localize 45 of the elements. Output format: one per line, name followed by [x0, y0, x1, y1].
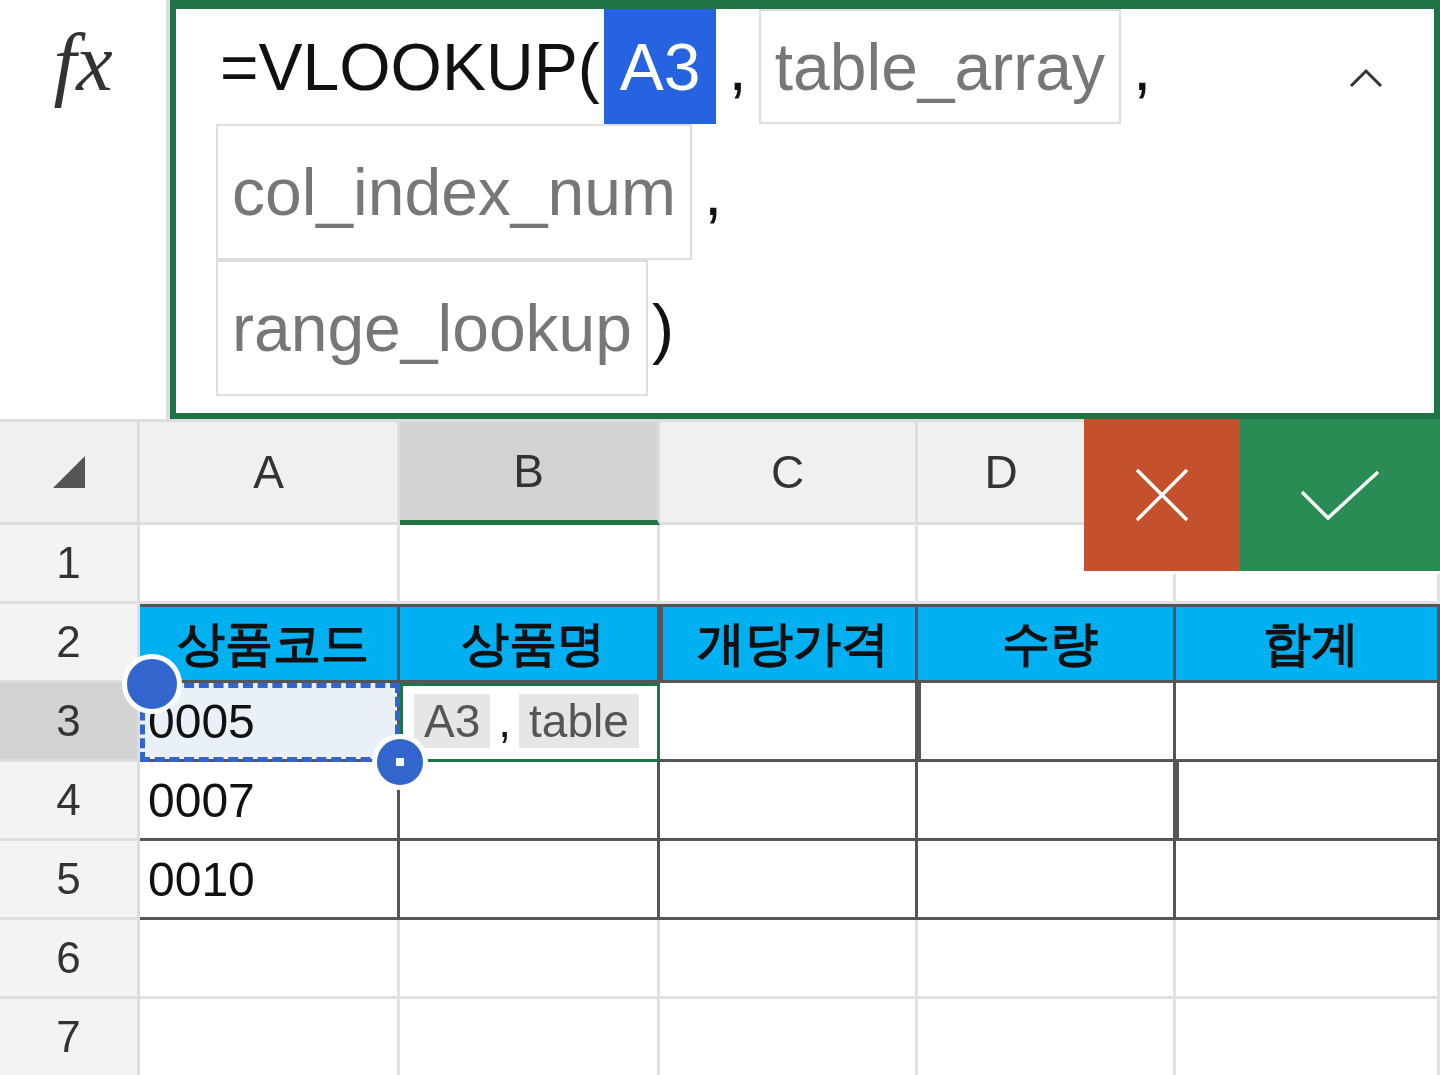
table-cell[interactable] — [660, 683, 918, 762]
column-header[interactable]: C — [660, 422, 918, 525]
active-cell[interactable]: A3 , table — [400, 683, 660, 762]
column-title[interactable]: 수량 — [918, 604, 1176, 683]
table-cell[interactable] — [1176, 683, 1440, 762]
table-cell[interactable] — [660, 841, 918, 920]
argument-separator: , — [498, 694, 512, 748]
table-cell[interactable] — [660, 762, 918, 841]
formula-text: ) — [651, 290, 675, 367]
row-header[interactable]: 6 — [0, 920, 140, 999]
table-cell[interactable] — [400, 841, 660, 920]
argument-placeholder: table — [519, 694, 639, 748]
table-cell[interactable] — [1176, 841, 1440, 920]
argument-separator: , — [702, 154, 724, 231]
formula-text: =VLOOKUP( — [219, 28, 601, 106]
cancel-button[interactable] — [1084, 419, 1240, 571]
row-header[interactable]: 2 — [0, 604, 140, 683]
row-header[interactable]: 4 — [0, 762, 140, 841]
table-cell[interactable] — [918, 841, 1176, 920]
table-cell[interactable] — [918, 762, 1176, 841]
column-header[interactable]: A — [140, 422, 400, 525]
argument-placeholder: range_lookup — [216, 260, 648, 396]
column-title[interactable]: 상품명 — [400, 604, 660, 683]
argument-separator: , — [1131, 28, 1153, 106]
cell-reference: A3 — [603, 9, 717, 124]
argument-placeholder: table_array — [758, 9, 1121, 124]
row-header[interactable]: 7 — [0, 999, 140, 1075]
row-header[interactable]: 1 — [0, 525, 140, 604]
table-cell[interactable] — [1176, 762, 1440, 841]
column-title[interactable]: 개당가격 — [660, 604, 918, 683]
argument-placeholder: A3 — [414, 694, 491, 748]
check-icon — [1300, 468, 1380, 522]
column-title[interactable]: 상품코드 — [140, 604, 400, 683]
function-label[interactable]: fx — [53, 22, 113, 112]
table-cell[interactable]: 0010 — [140, 841, 400, 920]
column-header[interactable]: B — [400, 422, 660, 525]
column-header[interactable]: D — [918, 422, 1087, 525]
row-header[interactable]: 3 — [0, 683, 140, 762]
row-header[interactable]: 5 — [0, 841, 140, 920]
table-cell[interactable] — [918, 683, 1176, 762]
argument-separator: , — [727, 28, 748, 106]
collapse-icon[interactable] — [1348, 67, 1384, 89]
close-icon — [1135, 468, 1189, 522]
column-title[interactable]: 합계 — [1176, 604, 1440, 683]
argument-placeholder: col_index_num — [216, 124, 692, 260]
